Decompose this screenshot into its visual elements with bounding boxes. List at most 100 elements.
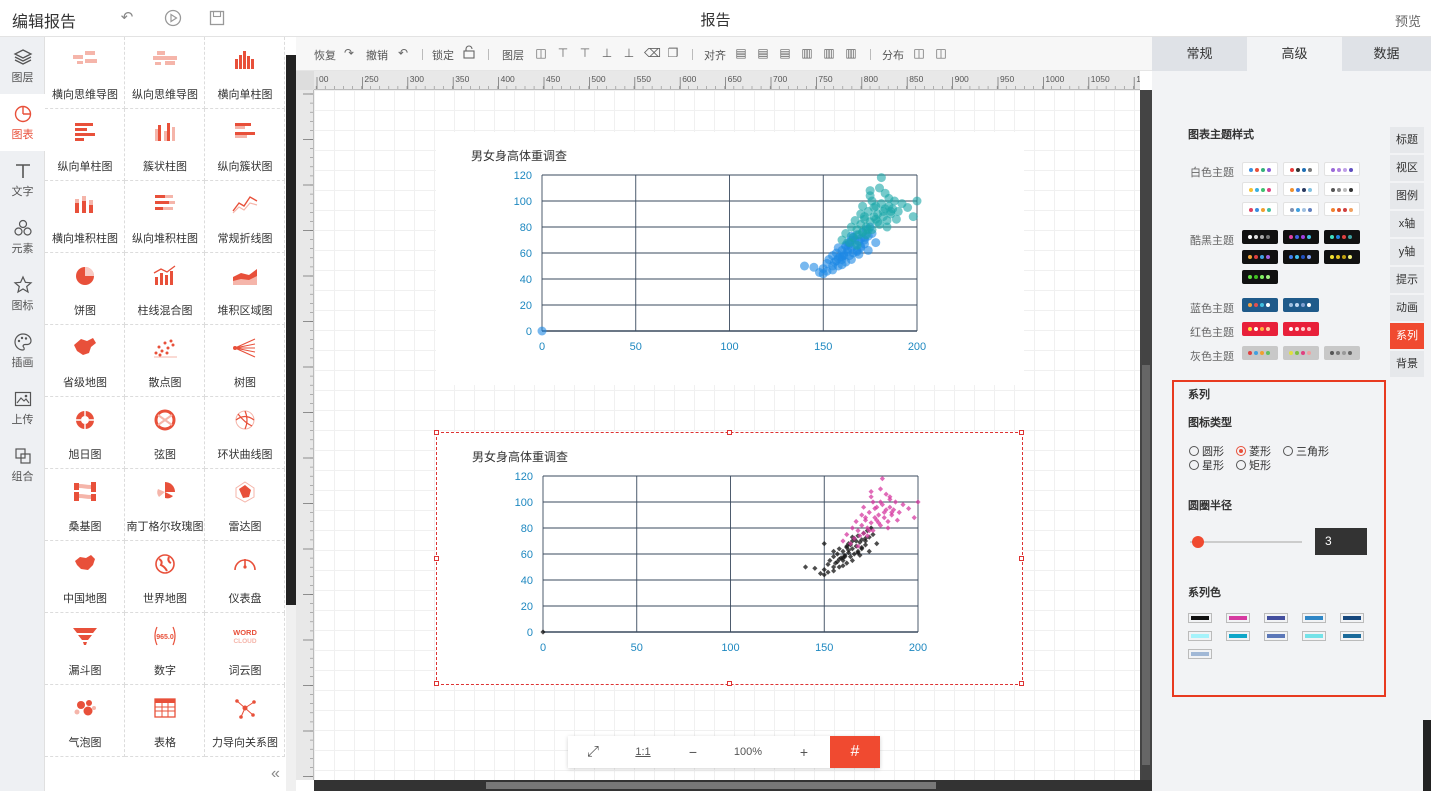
theme-swatch[interactable]: [1324, 162, 1360, 176]
resize-handle-nw[interactable]: [434, 430, 439, 435]
chart-type-item[interactable]: WORD CLOUD 词云图: [205, 613, 285, 685]
redo-button[interactable]: 恢复: [314, 47, 336, 63]
series-color-swatch[interactable]: [1340, 631, 1364, 641]
distribute-v-icon[interactable]: ◫: [934, 45, 948, 61]
side-tab-2[interactable]: 图例: [1390, 183, 1424, 209]
back-icon[interactable]: ↶: [118, 9, 136, 27]
theme-swatch[interactable]: [1324, 346, 1360, 360]
chart-panel-scroll-thumb[interactable]: [286, 55, 296, 605]
series-color-swatch[interactable]: [1302, 631, 1326, 641]
side-tab-3[interactable]: x轴: [1390, 211, 1424, 237]
chart-type-item[interactable]: 横向思维导图: [45, 37, 125, 109]
nav-item-icon[interactable]: 图标: [0, 265, 45, 322]
theme-swatch[interactable]: [1242, 346, 1278, 360]
chart-type-item[interactable]: 气泡图: [45, 685, 125, 757]
tab-1[interactable]: 高级: [1247, 37, 1342, 71]
resize-handle-sw[interactable]: [434, 681, 439, 686]
side-tab-0[interactable]: 标题: [1390, 127, 1424, 153]
chart-type-item[interactable]: 环状曲线图: [205, 397, 285, 469]
series-color-swatch[interactable]: [1188, 649, 1212, 659]
theme-swatch[interactable]: [1324, 250, 1360, 264]
series-color-swatch[interactable]: [1264, 631, 1288, 641]
editor-canvas[interactable]: 男女身高体重调查 0 20 40 60 80 100 120 0 50 100 150 200 男女身…: [314, 90, 1140, 780]
chart-type-item[interactable]: 表格: [125, 685, 205, 757]
lock-icon[interactable]: [462, 45, 476, 61]
chart-type-item[interactable]: 柱线混合图: [125, 253, 205, 325]
redo-icon[interactable]: ↷: [342, 45, 356, 61]
nav-item-upload[interactable]: 上传: [0, 379, 45, 436]
send-back-icon[interactable]: ⊥: [622, 45, 636, 61]
series-color-swatch[interactable]: [1226, 631, 1250, 641]
canvas-h-scroll-thumb[interactable]: [486, 782, 936, 789]
resize-handle-w[interactable]: [434, 556, 439, 561]
resize-handle-e[interactable]: [1019, 556, 1024, 561]
theme-swatch[interactable]: [1242, 270, 1278, 284]
resize-handle-ne[interactable]: [1019, 430, 1024, 435]
bring-front-icon[interactable]: ⊤: [556, 45, 570, 61]
scatter-chart-2-selected[interactable]: 男女身高体重调查 0 20 40 60 80 100 120 0 50 100 150 200: [434, 430, 1024, 686]
delete-icon[interactable]: ⌫: [644, 45, 661, 61]
icon-type-radio[interactable]: 星形: [1189, 457, 1224, 473]
align-bottom-icon[interactable]: ▥: [844, 45, 858, 61]
chart-type-item[interactable]: 世界地图: [125, 541, 205, 613]
chart-type-item[interactable]: 饼图: [45, 253, 125, 325]
align-center-h-icon[interactable]: ▤: [756, 45, 770, 61]
align-button[interactable]: 对齐: [704, 47, 726, 63]
chart-type-item[interactable]: 堆积区域图: [205, 253, 285, 325]
icon-type-radio[interactable]: 三角形: [1283, 443, 1329, 459]
chart-type-item[interactable]: 仪表盘: [205, 541, 285, 613]
series-color-swatch[interactable]: [1302, 613, 1326, 623]
theme-swatch[interactable]: [1324, 230, 1360, 244]
collapse-panel-icon[interactable]: «: [271, 765, 280, 783]
theme-swatch[interactable]: [1283, 298, 1319, 312]
side-tab-5[interactable]: 提示: [1390, 267, 1424, 293]
nav-item-chart[interactable]: 图表: [0, 94, 45, 151]
chart-type-item[interactable]: 省级地图: [45, 325, 125, 397]
tab-0[interactable]: 常规: [1152, 37, 1247, 71]
move-up-icon[interactable]: ⊤: [578, 45, 592, 61]
chart-type-item[interactable]: 漏斗图: [45, 613, 125, 685]
layer-group-icon[interactable]: ◫: [534, 45, 548, 61]
theme-swatch[interactable]: [1242, 202, 1278, 216]
actual-size-button[interactable]: 1:1: [618, 736, 668, 768]
chart-panel-scrollbar[interactable]: [286, 55, 296, 791]
chart-type-item[interactable]: 力导向关系图: [205, 685, 285, 757]
chart-type-item[interactable]: 横向单柱图: [205, 37, 285, 109]
chart-type-item[interactable]: 树图: [205, 325, 285, 397]
canvas-v-scroll-thumb[interactable]: [1142, 365, 1150, 765]
theme-swatch[interactable]: [1242, 230, 1278, 244]
side-tab-6[interactable]: 动画: [1390, 295, 1424, 321]
theme-swatch[interactable]: [1242, 298, 1278, 312]
chart-type-item[interactable]: 纵向堆积柱图: [125, 181, 205, 253]
scatter-chart-1[interactable]: 男女身高体重调查 0 20 40 60 80 100 120 0 50 100 150 200: [436, 132, 1024, 385]
chart-type-item[interactable]: 横向堆积柱图: [45, 181, 125, 253]
distribute-h-icon[interactable]: ◫: [912, 45, 926, 61]
nav-item-illustration[interactable]: 插画: [0, 322, 45, 379]
resize-handle-s[interactable]: [727, 681, 732, 686]
chart-type-item[interactable]: 纵向单柱图: [45, 109, 125, 181]
lock-button[interactable]: 锁定: [432, 47, 454, 63]
chart-type-item[interactable]: 散点图: [125, 325, 205, 397]
align-right-icon[interactable]: ▤: [778, 45, 792, 61]
theme-swatch[interactable]: [1283, 202, 1319, 216]
chart-type-item[interactable]: 弦图: [125, 397, 205, 469]
side-tab-7[interactable]: 系列: [1390, 323, 1424, 349]
canvas-vertical-scrollbar[interactable]: [1140, 90, 1152, 790]
radius-slider-knob[interactable]: [1191, 536, 1204, 548]
grid-toggle-icon[interactable]: #: [830, 736, 880, 768]
series-color-swatch[interactable]: [1340, 613, 1364, 623]
chart-type-item[interactable]: 965.0 数字: [125, 613, 205, 685]
chart-type-item[interactable]: 常规折线图: [205, 181, 285, 253]
align-top-icon[interactable]: ▥: [800, 45, 814, 61]
preview-button[interactable]: 预览: [1395, 11, 1421, 30]
chart-type-item[interactable]: 中国地图: [45, 541, 125, 613]
chart-type-item[interactable]: 纵向思维导图: [125, 37, 205, 109]
series-color-swatch[interactable]: [1264, 613, 1288, 623]
zoom-out-button[interactable]: −: [668, 736, 718, 768]
chart-type-item[interactable]: 南丁格尔玫瑰图: [125, 469, 205, 541]
radius-value-input[interactable]: 3: [1315, 528, 1367, 555]
zoom-in-button[interactable]: +: [778, 736, 830, 768]
theme-swatch[interactable]: [1242, 250, 1278, 264]
theme-swatch[interactable]: [1283, 322, 1319, 336]
theme-swatch[interactable]: [1283, 182, 1319, 196]
